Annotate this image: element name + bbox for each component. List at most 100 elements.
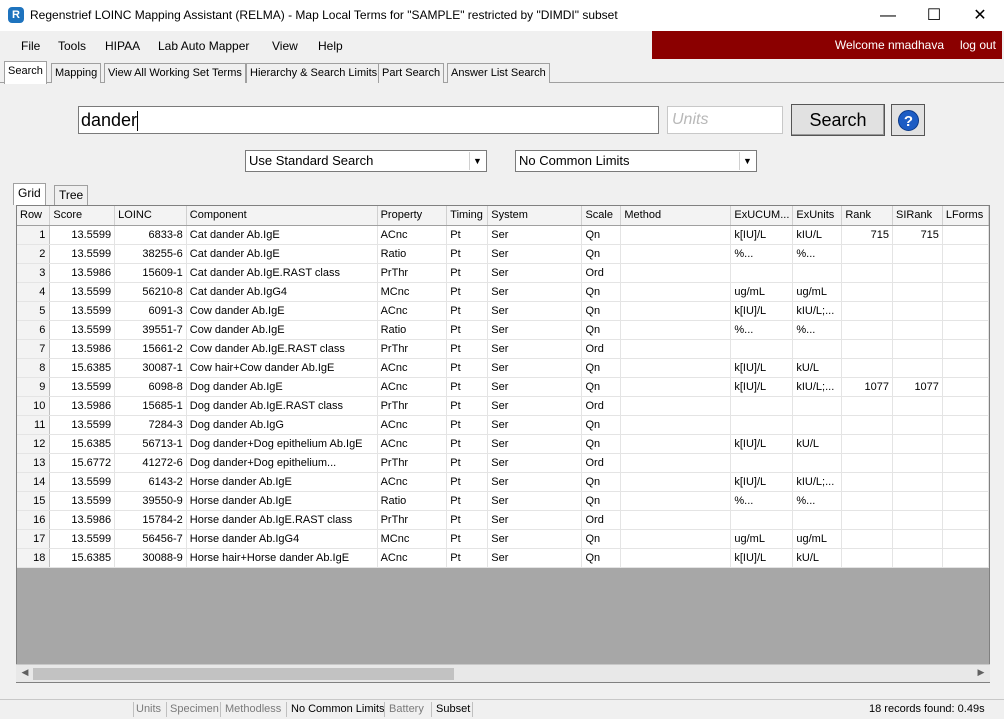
grid-cell[interactable]: Horse dander Ab.IgG4 bbox=[186, 529, 378, 549]
grid-cell[interactable]: 56713-1 bbox=[114, 434, 187, 454]
grid-cell[interactable]: k[IU]/L bbox=[730, 358, 794, 378]
row-number[interactable]: 17 bbox=[17, 529, 51, 549]
grid-cell[interactable] bbox=[620, 472, 732, 492]
table-row[interactable]: 14 13.5599 6143-2 Horse dander Ab.IgE ACnc Pt… bbox=[17, 472, 989, 492]
row-number[interactable]: 7 bbox=[17, 339, 51, 359]
grid-cell[interactable] bbox=[841, 491, 894, 511]
horizontal-scrollbar[interactable]: ◀ ▶ bbox=[16, 664, 990, 682]
grid-cell[interactable] bbox=[841, 434, 894, 454]
grid-cell[interactable]: Ser bbox=[487, 225, 583, 245]
grid-cell[interactable]: k[IU]/L bbox=[730, 472, 794, 492]
menu-tools[interactable]: Tools bbox=[58, 39, 86, 53]
grid-cell[interactable]: ACnc bbox=[377, 301, 448, 321]
column-header-system[interactable]: System bbox=[487, 206, 583, 226]
grid-cell[interactable]: %... bbox=[730, 320, 794, 340]
grid-cell[interactable]: k[IU]/L bbox=[730, 225, 794, 245]
grid-cell[interactable]: ACnc bbox=[377, 472, 448, 492]
units-input[interactable]: Units bbox=[667, 106, 783, 134]
table-row[interactable]: 11 13.5599 7284-3 Dog dander Ab.IgG ACnc Pt Se… bbox=[17, 415, 989, 435]
row-number[interactable]: 4 bbox=[17, 282, 51, 302]
grid-cell[interactable]: k[IU]/L bbox=[730, 377, 794, 397]
grid-cell[interactable] bbox=[942, 510, 989, 530]
grid-cell[interactable]: Dog dander Ab.IgG bbox=[186, 415, 378, 435]
row-number[interactable]: 2 bbox=[17, 244, 51, 264]
grid-cell[interactable]: Cat dander Ab.IgE.RAST class bbox=[186, 263, 378, 283]
column-header-exunits[interactable]: ExUnits bbox=[792, 206, 843, 226]
grid-cell[interactable]: 15.6772 bbox=[49, 453, 116, 473]
grid-cell[interactable]: kU/L bbox=[792, 548, 843, 568]
grid-cell[interactable]: Ord bbox=[581, 339, 622, 359]
grid-cell[interactable]: Ratio bbox=[377, 320, 448, 340]
grid-cell[interactable]: Pt bbox=[446, 491, 489, 511]
column-header-row[interactable]: Row bbox=[17, 206, 51, 226]
grid-cell[interactable] bbox=[942, 453, 989, 473]
grid-cell[interactable]: 6098-8 bbox=[114, 377, 187, 397]
row-number[interactable]: 5 bbox=[17, 301, 51, 321]
grid-cell[interactable] bbox=[730, 415, 794, 435]
grid-cell[interactable] bbox=[892, 282, 943, 302]
tab-grid[interactable]: Grid bbox=[13, 183, 46, 205]
grid-cell[interactable]: Qn bbox=[581, 244, 622, 264]
menu-view[interactable]: View bbox=[272, 39, 298, 53]
grid-cell[interactable]: Ord bbox=[581, 510, 622, 530]
grid-cell[interactable] bbox=[620, 358, 732, 378]
grid-cell[interactable]: Pt bbox=[446, 263, 489, 283]
grid-cell[interactable] bbox=[892, 320, 943, 340]
grid-cell[interactable]: Ser bbox=[487, 320, 583, 340]
grid-cell[interactable]: Ser bbox=[487, 415, 583, 435]
grid-cell[interactable]: 13.5986 bbox=[49, 263, 116, 283]
column-header-lforms[interactable]: LForms bbox=[942, 206, 989, 226]
grid-cell[interactable]: MCnc bbox=[377, 529, 448, 549]
grid-cell[interactable] bbox=[620, 320, 732, 340]
grid-cell[interactable] bbox=[892, 244, 943, 264]
grid-cell[interactable] bbox=[942, 244, 989, 264]
table-row[interactable]: 6 13.5599 39551-7 Cow dander Ab.IgE Ratio Pt S… bbox=[17, 320, 989, 340]
menu-help[interactable]: Help bbox=[318, 39, 343, 53]
grid-cell[interactable] bbox=[942, 415, 989, 435]
grid-cell[interactable]: Cat dander Ab.IgE bbox=[186, 225, 378, 245]
grid-cell[interactable]: Cow hair+Cow dander Ab.IgE bbox=[186, 358, 378, 378]
grid-cell[interactable] bbox=[942, 282, 989, 302]
grid-cell[interactable] bbox=[892, 396, 943, 416]
grid-cell[interactable]: ACnc bbox=[377, 225, 448, 245]
grid-cell[interactable] bbox=[942, 434, 989, 454]
grid-cell[interactable] bbox=[942, 548, 989, 568]
grid-cell[interactable]: Qn bbox=[581, 282, 622, 302]
column-header-scale[interactable]: Scale bbox=[581, 206, 622, 226]
grid-cell[interactable]: 15.6385 bbox=[49, 434, 116, 454]
grid-cell[interactable]: 15609-1 bbox=[114, 263, 187, 283]
grid-cell[interactable]: 13.5599 bbox=[49, 225, 116, 245]
grid-cell[interactable]: Cow dander Ab.IgE bbox=[186, 301, 378, 321]
grid-cell[interactable] bbox=[620, 396, 732, 416]
tab-answer-list-search[interactable]: Answer List Search bbox=[447, 63, 550, 83]
table-row[interactable]: 1 13.5599 6833-8 Cat dander Ab.IgE ACnc Pt Ser… bbox=[17, 225, 989, 245]
search-input[interactable]: dander bbox=[78, 106, 659, 134]
grid-cell[interactable]: %... bbox=[730, 244, 794, 264]
grid-cell[interactable] bbox=[620, 263, 732, 283]
column-header-score[interactable]: Score bbox=[49, 206, 116, 226]
grid-cell[interactable] bbox=[620, 491, 732, 511]
grid-cell[interactable]: 13.5599 bbox=[49, 415, 116, 435]
grid-cell[interactable]: Pt bbox=[446, 453, 489, 473]
grid-cell[interactable]: ug/mL bbox=[730, 282, 794, 302]
grid-cell[interactable]: kIU/L;... bbox=[792, 377, 843, 397]
table-row[interactable]: 18 15.6385 30088-9 Horse hair+Horse dander … bbox=[17, 548, 989, 568]
grid-cell[interactable]: Pt bbox=[446, 415, 489, 435]
grid-cell[interactable] bbox=[792, 415, 843, 435]
grid-cell[interactable] bbox=[620, 415, 732, 435]
grid-cell[interactable]: 39551-7 bbox=[114, 320, 187, 340]
grid-cell[interactable]: Dog dander Ab.IgE.RAST class bbox=[186, 396, 378, 416]
grid-cell[interactable] bbox=[942, 491, 989, 511]
grid-cell[interactable]: MCnc bbox=[377, 282, 448, 302]
search-mode-select[interactable]: Use Standard Search ▼ bbox=[245, 150, 487, 172]
row-number[interactable]: 8 bbox=[17, 358, 51, 378]
grid-cell[interactable]: 15685-1 bbox=[114, 396, 187, 416]
grid-cell[interactable]: Pt bbox=[446, 225, 489, 245]
grid-cell[interactable]: 7284-3 bbox=[114, 415, 187, 435]
column-header-method[interactable]: Method bbox=[620, 206, 732, 226]
grid-cell[interactable] bbox=[942, 320, 989, 340]
grid-cell[interactable]: Ser bbox=[487, 529, 583, 549]
grid-cell[interactable]: 13.5599 bbox=[49, 320, 116, 340]
grid-cell[interactable] bbox=[620, 301, 732, 321]
grid-cell[interactable] bbox=[942, 339, 989, 359]
